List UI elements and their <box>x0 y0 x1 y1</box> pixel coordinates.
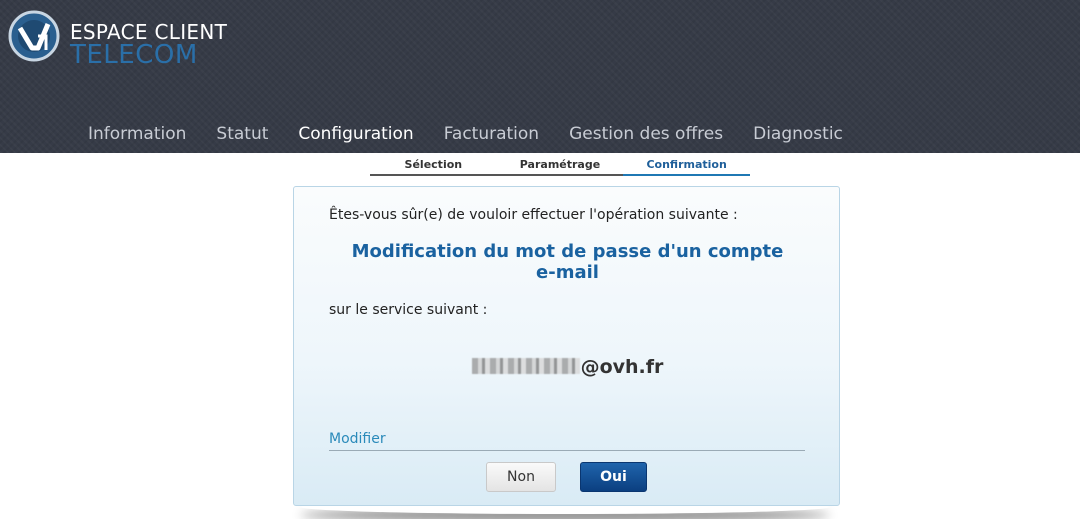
nav-item-gestion-des-offres[interactable]: Gestion des offres <box>554 122 738 146</box>
nav-item-facturation[interactable]: Facturation <box>429 122 554 146</box>
nav-item-diagnostic[interactable]: Diagnostic <box>738 122 858 146</box>
redacted-username <box>471 358 580 374</box>
step-selection: Sélection <box>370 157 497 176</box>
modify-link[interactable]: Modifier <box>329 431 386 447</box>
wizard-steps: Sélection Paramétrage Confirmation <box>370 157 750 177</box>
divider <box>329 450 805 451</box>
step-parametrage: Paramétrage <box>496 157 624 176</box>
service-label: sur le service suivant : <box>329 302 488 318</box>
nav-item-statut[interactable]: Statut <box>201 122 283 146</box>
app-header: ESPACE CLIENT TELECOM Information Statut… <box>0 0 1080 153</box>
nav-item-configuration[interactable]: Configuration <box>283 122 428 146</box>
step-confirmation: Confirmation <box>623 157 750 176</box>
confirmation-panel: Êtes-vous sûr(e) de vouloir effectuer l'… <box>293 186 840 506</box>
nav-item-information[interactable]: Information <box>73 122 201 146</box>
operation-title: Modification du mot de passe d'un compte… <box>351 241 784 283</box>
yes-button[interactable]: Oui <box>580 462 647 492</box>
logo-subtitle: TELECOM <box>70 40 198 70</box>
email-domain: @ovh.fr <box>580 356 664 378</box>
email-address: @ovh.fr <box>294 356 841 378</box>
no-button[interactable]: Non <box>486 462 556 492</box>
confirmation-question: Êtes-vous sûr(e) de vouloir effectuer l'… <box>329 207 738 223</box>
logo-icon <box>8 10 60 62</box>
main-nav: Information Statut Configuration Factura… <box>73 122 858 146</box>
logo[interactable]: ESPACE CLIENT TELECOM <box>8 10 227 70</box>
